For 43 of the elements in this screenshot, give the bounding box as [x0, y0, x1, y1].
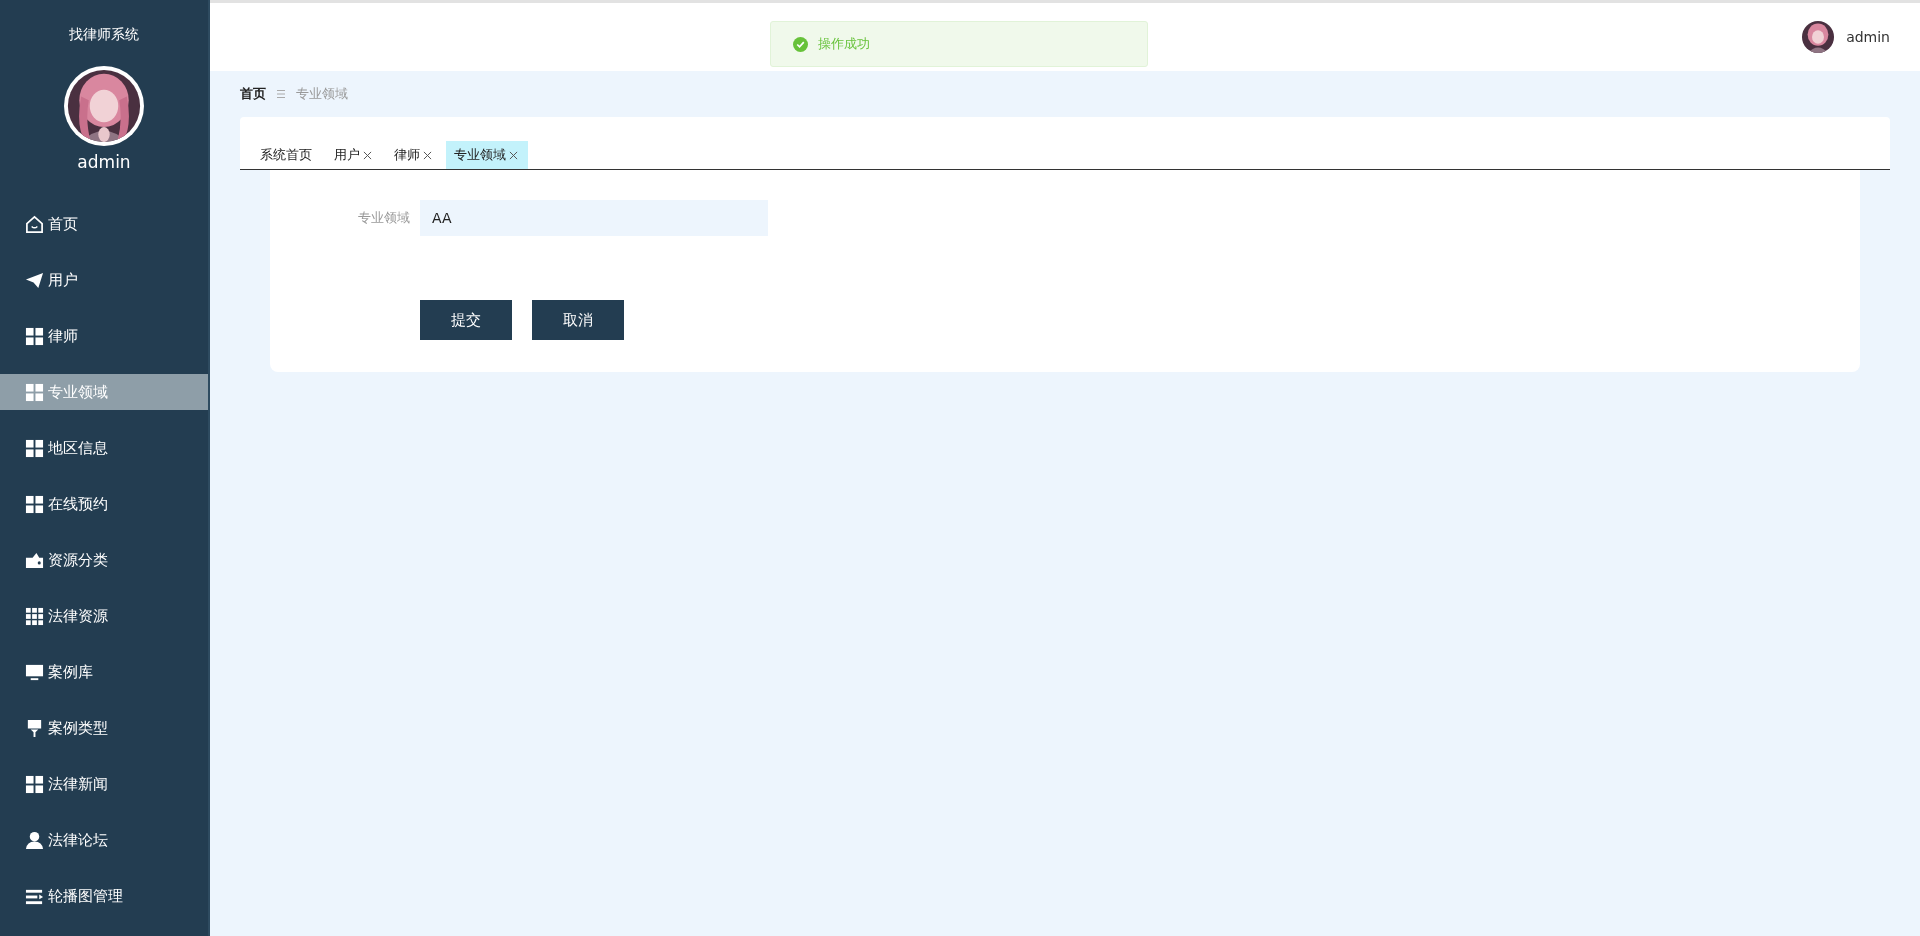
grid-icon [25, 606, 44, 626]
menu-item[interactable]: 首页 [0, 196, 208, 252]
menu-item[interactable]: 法律论坛 [0, 812, 208, 868]
menu-icon [276, 89, 286, 99]
grid-icon [25, 438, 44, 458]
check-circle-icon [793, 36, 808, 52]
input-field[interactable]: AA [420, 200, 768, 236]
tab[interactable]: 系统首页 [252, 141, 322, 169]
menu-item[interactable]: 案例库 [0, 644, 208, 700]
menu-item[interactable]: 用户 [0, 252, 208, 308]
close-icon[interactable] [509, 150, 518, 160]
monitor-icon [25, 662, 44, 682]
tab[interactable]: 律师 [386, 141, 442, 169]
toast-message: 操作成功 [818, 35, 870, 53]
grid-icon [25, 494, 44, 514]
menu-item[interactable]: 法律新闻 [0, 756, 208, 812]
menu-item[interactable]: 在线预约 [0, 476, 208, 532]
menu-item[interactable]: 法律资源 [0, 588, 208, 644]
menu-item[interactable]: 地区信息 [0, 420, 208, 476]
user-name: admin [77, 152, 131, 172]
system-title: 找律师系统 [69, 26, 139, 44]
paper-plane-icon [25, 270, 44, 290]
brush-icon [25, 718, 44, 738]
wallet-icon [25, 550, 44, 570]
grid-icon [25, 326, 44, 346]
home-icon [25, 214, 44, 234]
close-icon[interactable] [423, 150, 432, 160]
menu-item[interactable]: 轮播图管理 [0, 868, 208, 924]
tab[interactable]: 用户 [326, 141, 382, 169]
person-icon [25, 830, 44, 850]
submit-button[interactable]: 提交 [420, 300, 512, 340]
grid-icon [25, 774, 44, 794]
close-icon[interactable] [363, 150, 372, 160]
breadcrumb-item[interactable]: 首页 [240, 85, 266, 103]
tab[interactable]: 专业领域 [446, 141, 528, 169]
menu-item[interactable]: 资源分类 [0, 532, 208, 588]
field-label: 专业领域 [357, 209, 411, 227]
grid-icon [25, 382, 44, 402]
user-name[interactable]: admin [1846, 29, 1890, 45]
menu-item[interactable]: 案例类型 [0, 700, 208, 756]
cancel-button[interactable]: 取消 [532, 300, 624, 340]
menu-item[interactable]: 律师 [0, 308, 208, 364]
breadcrumb-item: 专业领域 [296, 85, 348, 103]
